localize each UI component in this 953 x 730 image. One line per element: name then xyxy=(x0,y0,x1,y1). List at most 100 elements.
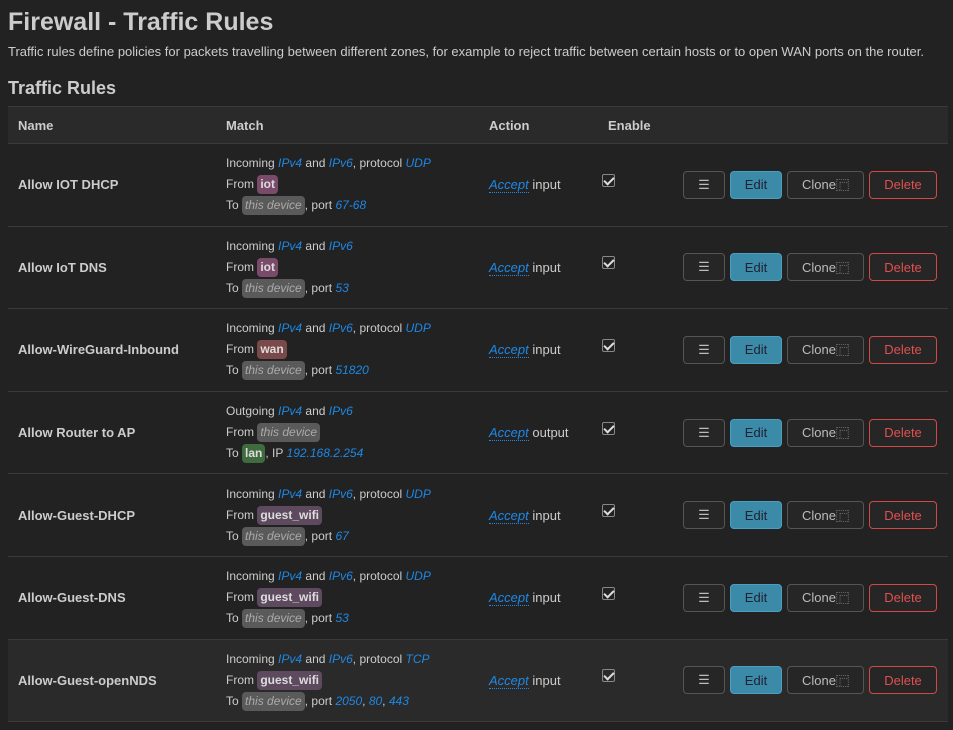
rule-buttons: ☰ Edit Clone ⿸ Delete xyxy=(682,473,948,557)
action-target: input xyxy=(532,672,561,688)
clone-button[interactable]: Clone ⿸ xyxy=(787,583,864,612)
delete-button[interactable]: Delete xyxy=(869,418,937,447)
enable-checkbox[interactable] xyxy=(602,256,615,270)
action-link[interactable]: Accept xyxy=(489,342,529,359)
edit-button[interactable]: Edit xyxy=(730,666,782,695)
to-word: To xyxy=(226,693,239,708)
clone-button[interactable]: Clone ⿸ xyxy=(787,501,864,530)
table-row: Allow-Guest-DNS Incoming IPv4 and IPv6, p… xyxy=(8,556,948,640)
menu-button[interactable]: ☰ xyxy=(683,666,725,695)
delete-button[interactable]: Delete xyxy=(869,501,937,530)
delete-button[interactable]: Delete xyxy=(869,335,937,364)
enable-checkbox[interactable] xyxy=(602,586,615,600)
delete-button[interactable]: Delete xyxy=(869,253,937,282)
and-word: and xyxy=(305,321,326,336)
edit-button[interactable]: Edit xyxy=(730,335,782,364)
action-link[interactable]: Accept xyxy=(489,425,529,442)
protocol-word: , protocol xyxy=(352,569,403,584)
clone-button[interactable]: Clone ⿸ xyxy=(787,170,864,199)
table-row: Allow IoT DNS Incoming IPv4 and IPv6 From … xyxy=(8,226,948,310)
port-value: 443 xyxy=(388,693,409,708)
action-link[interactable]: Accept xyxy=(489,590,529,607)
menu-button[interactable]: ☰ xyxy=(683,253,725,282)
edit-button[interactable]: Edit xyxy=(730,501,782,530)
action-link[interactable]: Accept xyxy=(489,177,529,194)
clone-button[interactable]: Clone ⿸ xyxy=(787,418,864,447)
and-word: and xyxy=(305,238,326,253)
port-value: 51820 xyxy=(335,363,369,378)
clone-button[interactable]: Clone ⿸ xyxy=(787,666,864,695)
rule-match: Incoming IPv4 and IPv6, protocol TCP From… xyxy=(225,639,488,723)
edit-button[interactable]: Edit xyxy=(730,170,782,199)
family: IPv4 xyxy=(278,569,303,584)
edit-button[interactable]: Edit xyxy=(730,583,782,612)
zone-badge-this-device: this device xyxy=(242,609,305,629)
and-word: and xyxy=(305,156,326,171)
col-name: Name xyxy=(8,106,225,144)
port-word: , port xyxy=(304,693,333,708)
enable-checkbox[interactable] xyxy=(602,669,615,683)
col-match: Match xyxy=(225,106,488,144)
to-word: To xyxy=(226,363,239,378)
action-link[interactable]: Accept xyxy=(489,259,529,276)
rule-name: Allow Router to AP xyxy=(8,391,225,475)
enable-checkbox[interactable] xyxy=(602,421,615,435)
action-link[interactable]: Accept xyxy=(489,507,529,524)
rule-buttons: ☰ Edit Clone ⿸ Delete xyxy=(682,639,948,723)
menu-button[interactable]: ☰ xyxy=(683,170,725,199)
port-word: , port xyxy=(304,280,333,295)
clone-glyph-icon: ⿸ xyxy=(835,178,849,194)
action-target: input xyxy=(532,507,561,523)
enable-checkbox[interactable] xyxy=(602,173,615,187)
menu-button[interactable]: ☰ xyxy=(683,418,725,447)
match-from-line: From iot xyxy=(226,174,487,195)
protocol-word: , protocol xyxy=(352,321,403,336)
match-to-line: To this device, port 67 xyxy=(226,526,487,547)
delete-button[interactable]: Delete xyxy=(869,583,937,612)
and-word: and xyxy=(305,651,326,666)
from-word: From xyxy=(226,507,254,522)
rule-match: Incoming IPv4 and IPv6 From iot To this de… xyxy=(225,226,488,310)
button-group: ☰ Edit Clone ⿸ Delete xyxy=(683,501,947,530)
from-word: From xyxy=(226,672,254,687)
edit-button[interactable]: Edit xyxy=(730,418,782,447)
rule-enable xyxy=(602,639,682,723)
rule-buttons: ☰ Edit Clone ⿸ Delete xyxy=(682,143,948,227)
menu-button[interactable]: ☰ xyxy=(683,335,725,364)
clone-button[interactable]: Clone ⿸ xyxy=(787,253,864,282)
action-link[interactable]: Accept xyxy=(489,672,529,689)
match-from-line: From guest_wifi xyxy=(226,670,487,691)
match-to-line: To this device, port 2050, 80, 443 xyxy=(226,691,487,712)
match-family-line: Incoming IPv4 and IPv6, protocol UDP xyxy=(226,484,487,505)
menu-button[interactable]: ☰ xyxy=(683,501,725,530)
table-row: Allow IOT DHCP Incoming IPv4 and IPv6, pr… xyxy=(8,143,948,227)
clone-button[interactable]: Clone ⿸ xyxy=(787,335,864,364)
ip-value: 192.168.2.254 xyxy=(286,446,364,461)
rule-enable xyxy=(602,143,682,227)
menu-button[interactable]: ☰ xyxy=(683,583,725,612)
button-group: ☰ Edit Clone ⿸ Delete xyxy=(683,418,947,447)
match-family-line: Incoming IPv4 and IPv6, protocol TCP xyxy=(226,649,487,670)
family: IPv6 xyxy=(328,321,353,336)
rule-buttons: ☰ Edit Clone ⿸ Delete xyxy=(682,391,948,475)
delete-button[interactable]: Delete xyxy=(869,170,937,199)
family: IPv6 xyxy=(328,569,353,584)
match-to-line: To this device, port 53 xyxy=(226,608,487,629)
edit-button[interactable]: Edit xyxy=(730,253,782,282)
action-target: output xyxy=(532,425,569,441)
port-value: 53 xyxy=(335,280,349,295)
zone-badge-guest_wifi: guest_wifi xyxy=(257,505,323,525)
protocol: TCP xyxy=(405,651,430,666)
clone-glyph-icon: ⿸ xyxy=(835,426,849,442)
port-value: 2050 xyxy=(335,693,363,708)
enable-checkbox[interactable] xyxy=(602,504,615,518)
match-direction: Incoming xyxy=(226,486,275,501)
enable-checkbox[interactable] xyxy=(602,338,615,352)
port-word: , port xyxy=(304,198,333,213)
action-target: input xyxy=(532,177,561,193)
rule-enable xyxy=(602,473,682,557)
protocol-word: , protocol xyxy=(352,486,403,501)
delete-button[interactable]: Delete xyxy=(869,666,937,695)
rule-match: Incoming IPv4 and IPv6, protocol UDP From… xyxy=(225,556,488,640)
match-family-line: Incoming IPv4 and IPv6, protocol UDP xyxy=(226,566,487,587)
